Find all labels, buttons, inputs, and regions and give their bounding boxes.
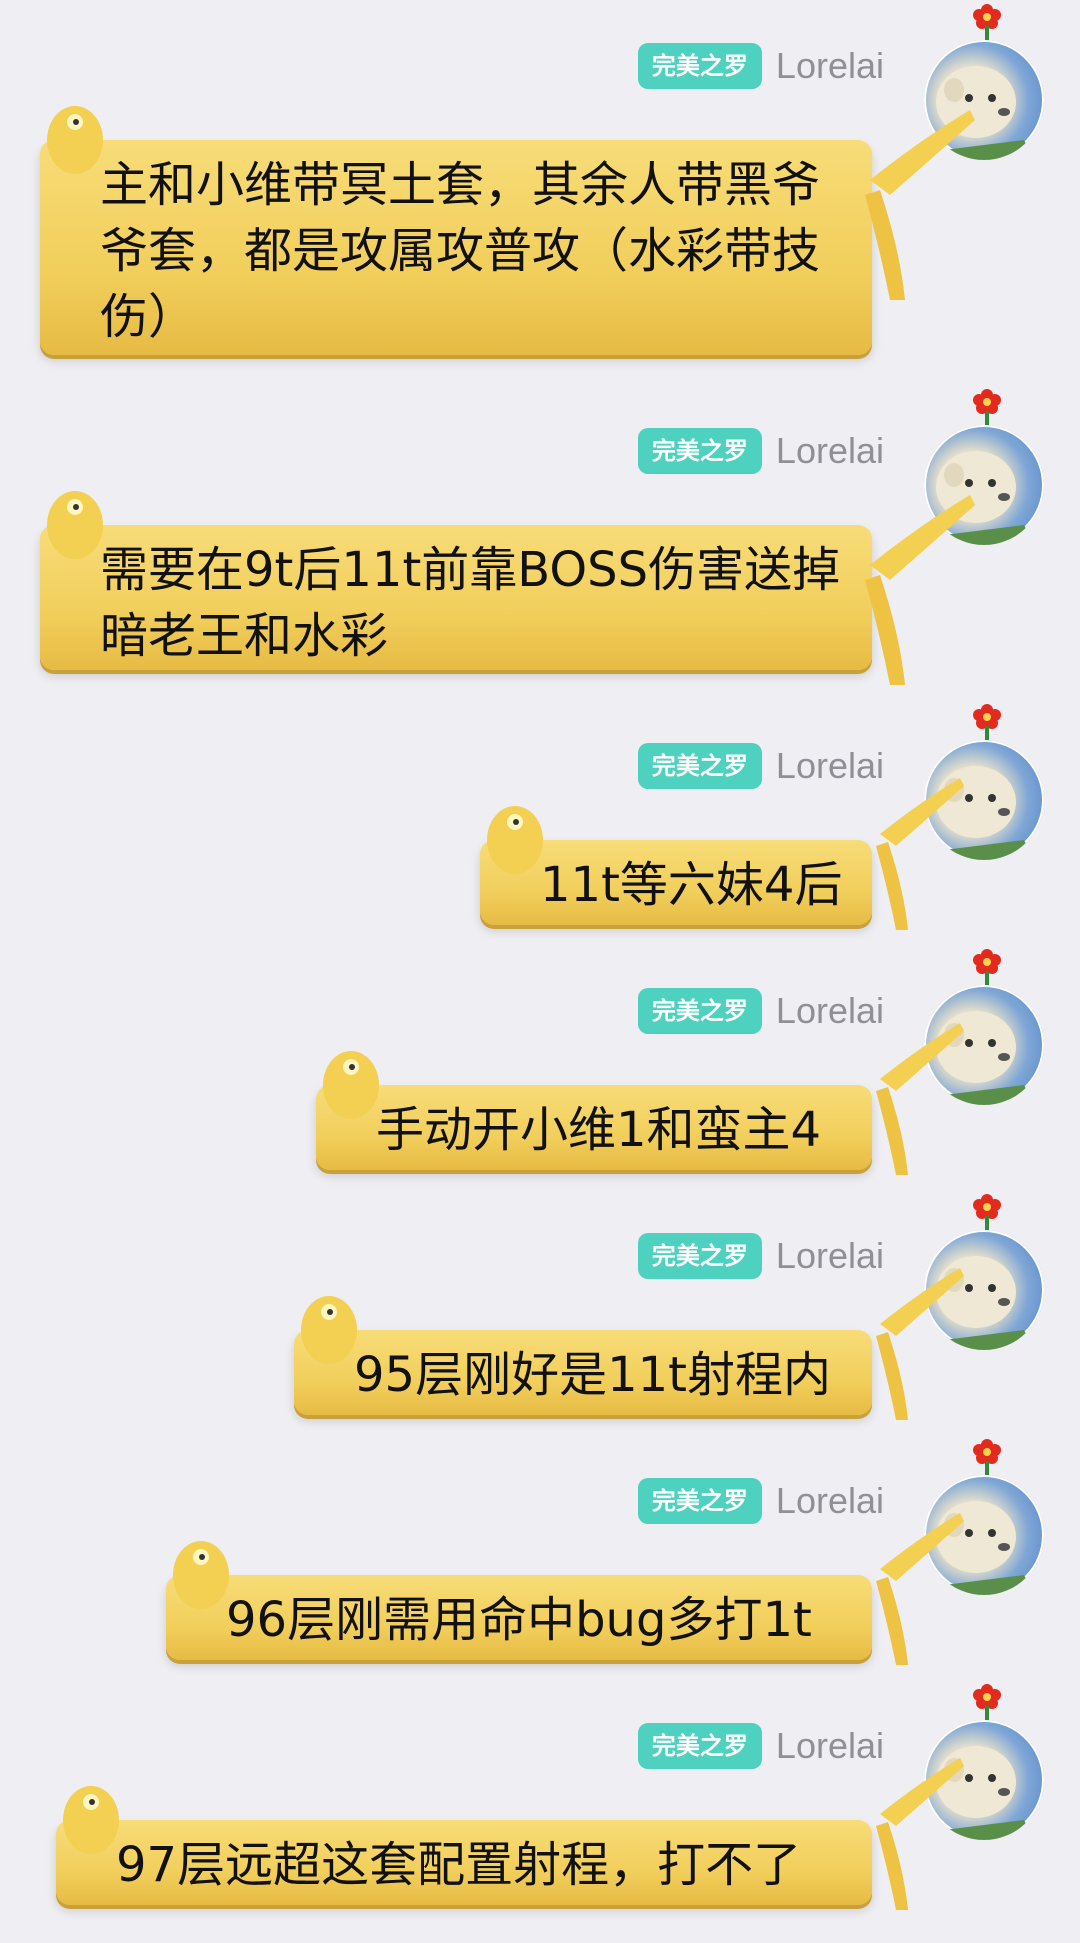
- title-badge: 完美之罗: [637, 988, 762, 1034]
- yellow-arm-icon: [876, 1268, 964, 1420]
- title-badge: 完美之罗: [637, 1233, 762, 1279]
- yellow-arm-icon: [876, 1023, 964, 1175]
- yellow-arm-icon: [865, 495, 975, 685]
- chat-thread: 完美之罗 Lorelai 主和小维带冥土套，其余人带黑爷爷套，都是攻属攻普攻（水…: [0, 0, 1080, 1943]
- message-bubble[interactable]: 需要在9t后11t前靠BOSS伤害送掉暗老王和水彩: [40, 525, 872, 670]
- yellow-arm-icon: [876, 778, 964, 930]
- message-item: 完美之罗 Lorelai 96层刚需用命中bug多打1t: [0, 1435, 1080, 1675]
- message-text: 95层刚好是11t射程内: [354, 1347, 831, 1403]
- message-meta: 完美之罗 Lorelai: [637, 40, 884, 92]
- yellow-figure-icon: [301, 1296, 357, 1364]
- message-item: 完美之罗 Lorelai 主和小维带冥土套，其余人带黑爷爷套，都是攻属攻普攻（水…: [0, 0, 1080, 380]
- yellow-figure-icon: [63, 1786, 119, 1854]
- message-item: 完美之罗 Lorelai 11t等六妹4后: [0, 700, 1080, 940]
- message-text: 需要在9t后11t前靠BOSS伤害送掉暗老王和水彩: [100, 542, 841, 664]
- title-badge: 完美之罗: [637, 428, 762, 474]
- message-bubble[interactable]: 95层刚好是11t射程内: [294, 1330, 872, 1415]
- message-text: 11t等六妹4后: [540, 857, 843, 913]
- message-item: 完美之罗 Lorelai 手动开小维1和蛮主4: [0, 945, 1080, 1185]
- message-meta: 完美之罗 Lorelai: [637, 740, 884, 792]
- message-bubble[interactable]: 主和小维带冥土套，其余人带黑爷爷套，都是攻属攻普攻（水彩带技伤）: [40, 140, 872, 355]
- title-badge: 完美之罗: [637, 1723, 762, 1769]
- message-item: 完美之罗 Lorelai 需要在9t后11t前靠BOSS伤害送掉暗老王和水彩: [0, 385, 1080, 685]
- yellow-arm-icon: [876, 1513, 964, 1665]
- yellow-figure-icon: [47, 106, 103, 174]
- message-meta: 完美之罗 Lorelai: [637, 1720, 884, 1772]
- message-text: 手动开小维1和蛮主4: [376, 1102, 822, 1158]
- title-badge: 完美之罗: [637, 43, 762, 89]
- yellow-figure-icon: [323, 1051, 379, 1119]
- yellow-figure-icon: [487, 806, 543, 874]
- yellow-figure-icon: [173, 1541, 229, 1609]
- message-item: 完美之罗 Lorelai 97层远超这套配置射程，打不了: [0, 1680, 1080, 1935]
- message-meta: 完美之罗 Lorelai: [637, 1475, 884, 1527]
- message-bubble[interactable]: 手动开小维1和蛮主4: [316, 1085, 872, 1170]
- message-text: 96层刚需用命中bug多打1t: [226, 1592, 812, 1648]
- yellow-arm-icon: [865, 110, 975, 300]
- sender-name[interactable]: Lorelai: [776, 45, 884, 87]
- message-meta: 完美之罗 Lorelai: [637, 985, 884, 1037]
- sender-name[interactable]: Lorelai: [776, 430, 884, 472]
- message-item: 完美之罗 Lorelai 95层刚好是11t射程内: [0, 1190, 1080, 1430]
- title-badge: 完美之罗: [637, 743, 762, 789]
- yellow-arm-icon: [876, 1758, 964, 1910]
- message-meta: 完美之罗 Lorelai: [637, 425, 884, 477]
- message-text: 主和小维带冥土套，其余人带黑爷爷套，都是攻属攻普攻（水彩带技伤）: [100, 157, 821, 345]
- message-meta: 完美之罗 Lorelai: [637, 1230, 884, 1282]
- title-badge: 完美之罗: [637, 1478, 762, 1524]
- message-bubble[interactable]: 97层远超这套配置射程，打不了: [56, 1820, 872, 1905]
- message-bubble[interactable]: 96层刚需用命中bug多打1t: [166, 1575, 872, 1660]
- message-text: 97层远超这套配置射程，打不了: [116, 1837, 802, 1893]
- yellow-figure-icon: [47, 491, 103, 559]
